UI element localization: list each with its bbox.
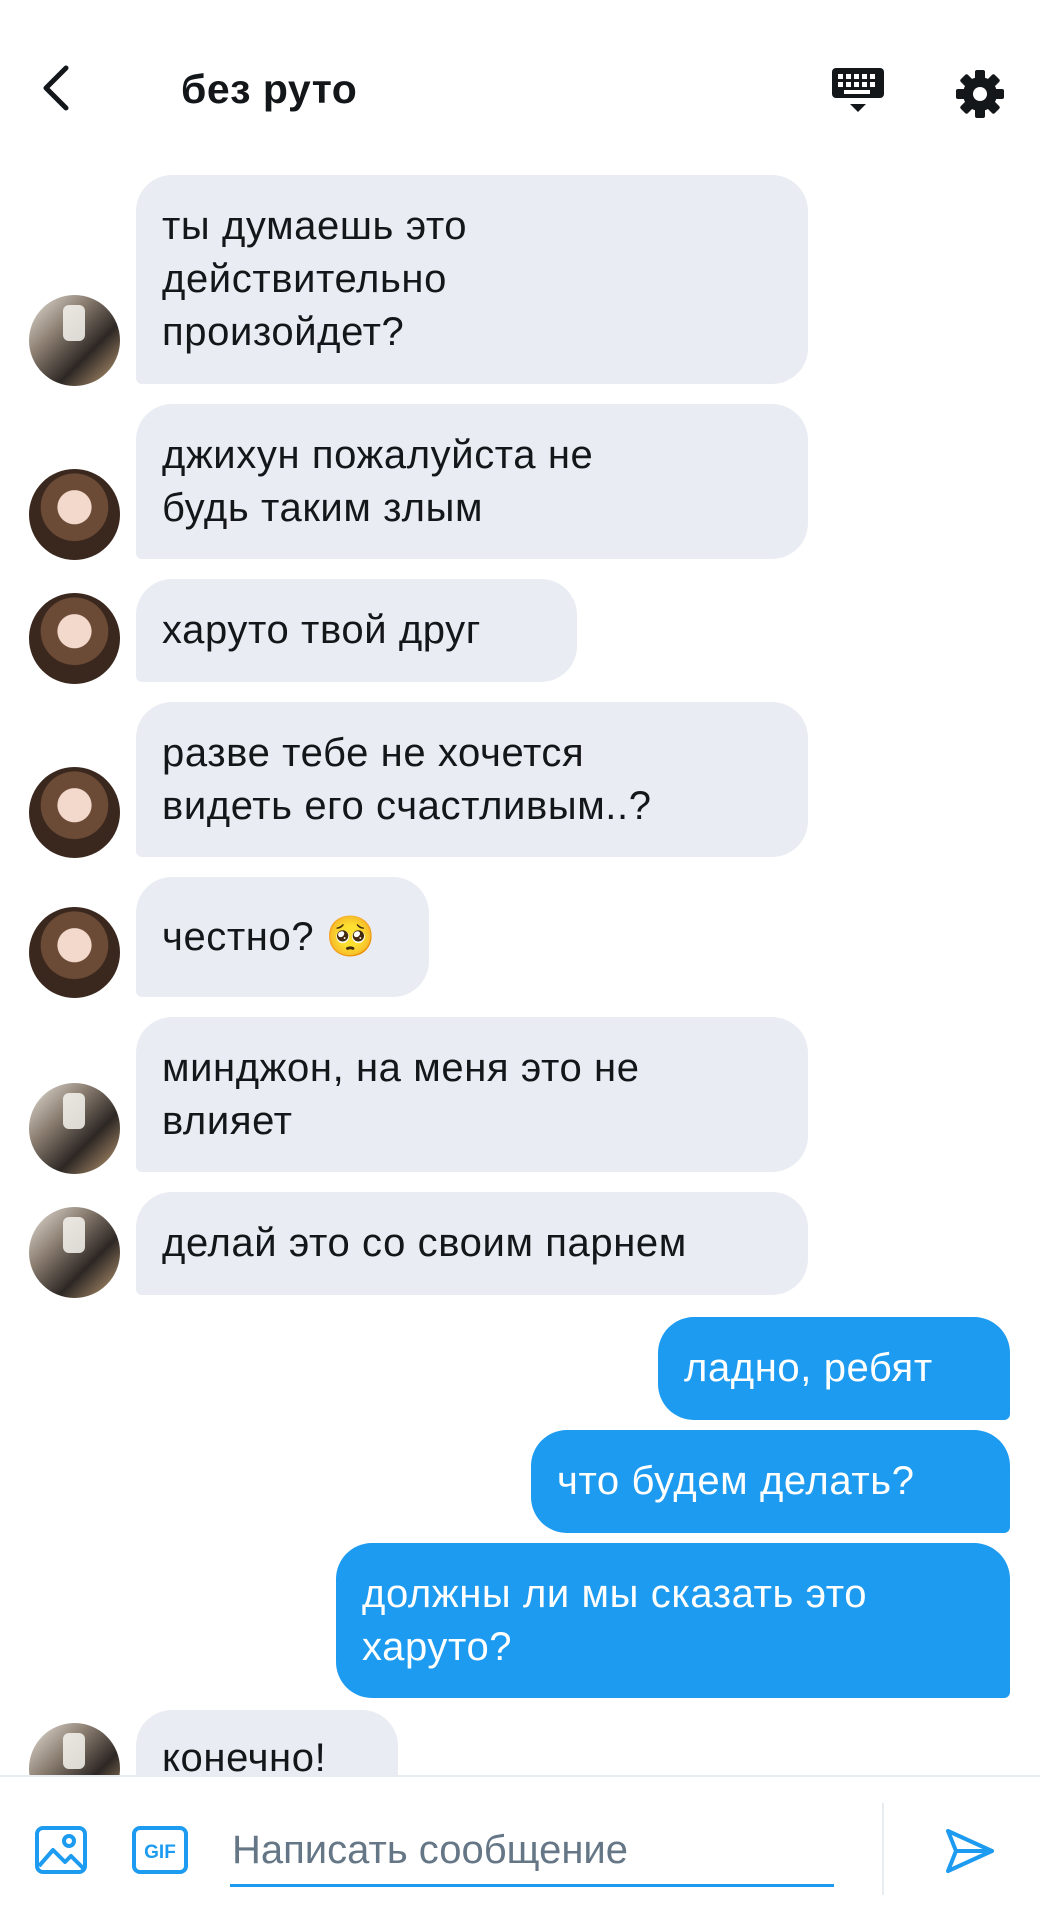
send-icon — [946, 1829, 994, 1873]
conversation-header: без руто — [0, 0, 1040, 170]
message-text: должны ли мы сказать это харуто? — [362, 1571, 868, 1669]
message-bubble[interactable]: честно? 🥺 — [136, 877, 429, 997]
send-button[interactable] — [942, 1823, 998, 1879]
gif-label: GIF — [144, 1842, 176, 1863]
message-text: ты думаешь это действительно произойдет? — [162, 204, 468, 354]
message-text: разве тебе не хочется видеть его счастли… — [162, 730, 652, 828]
avatar[interactable] — [29, 907, 120, 998]
chevron-left-icon — [43, 65, 69, 111]
keyboard-button[interactable] — [828, 64, 888, 124]
message-bubble[interactable]: ладно, ребят — [658, 1317, 1010, 1420]
message-text: харуто твой друг — [162, 608, 481, 652]
message-bubble[interactable]: джихун пожалуйста не будь таким злым — [136, 404, 808, 559]
message-bubble[interactable]: харуто твой друг — [136, 579, 577, 682]
avatar[interactable] — [29, 1083, 120, 1174]
image-icon — [35, 1826, 87, 1874]
gif-icon: GIF — [132, 1826, 188, 1874]
message-input[interactable] — [230, 1817, 834, 1887]
message-text: честно? 🥺 — [162, 914, 377, 959]
message-bubble[interactable]: разве тебе не хочется видеть его счастли… — [136, 702, 808, 857]
avatar[interactable] — [29, 767, 120, 858]
avatar[interactable] — [29, 1723, 120, 1775]
avatar[interactable] — [29, 469, 120, 560]
avatar[interactable] — [29, 1207, 120, 1298]
message-bubble[interactable]: минджон, на меня это не влияет — [136, 1017, 808, 1172]
message-text: конечно! — [162, 1736, 327, 1775]
message-thread[interactable]: ты думаешь это действительно произойдет?… — [0, 170, 1040, 1775]
keyboard-icon — [832, 68, 884, 112]
message-bubble[interactable]: что будем делать? — [531, 1430, 1010, 1533]
message-text: делай это со своим парнем — [162, 1221, 687, 1265]
message-text: что будем делать? — [557, 1459, 915, 1503]
message-text: джихун пожалуйста не будь таким злым — [162, 432, 594, 530]
gear-icon — [956, 70, 1004, 118]
message-bubble[interactable]: ты думаешь это действительно произойдет? — [136, 175, 808, 384]
message-bubble[interactable]: делай это со своим парнем — [136, 1192, 808, 1295]
avatar[interactable] — [29, 295, 120, 386]
add-gif-button[interactable]: GIF — [131, 1822, 189, 1878]
divider — [882, 1803, 884, 1895]
message-composer: GIF — [0, 1775, 1040, 1922]
message-bubble[interactable]: конечно! — [136, 1710, 398, 1775]
avatar[interactable] — [29, 593, 120, 684]
message-text: ладно, ребят — [684, 1346, 933, 1390]
add-image-button[interactable] — [33, 1822, 89, 1878]
conversation-title: без руто — [181, 66, 358, 112]
back-button[interactable] — [30, 58, 90, 118]
settings-button[interactable] — [950, 64, 1010, 124]
message-text: минджон, на меня это не влияет — [162, 1045, 640, 1143]
message-bubble[interactable]: должны ли мы сказать это харуто? — [336, 1543, 1010, 1698]
